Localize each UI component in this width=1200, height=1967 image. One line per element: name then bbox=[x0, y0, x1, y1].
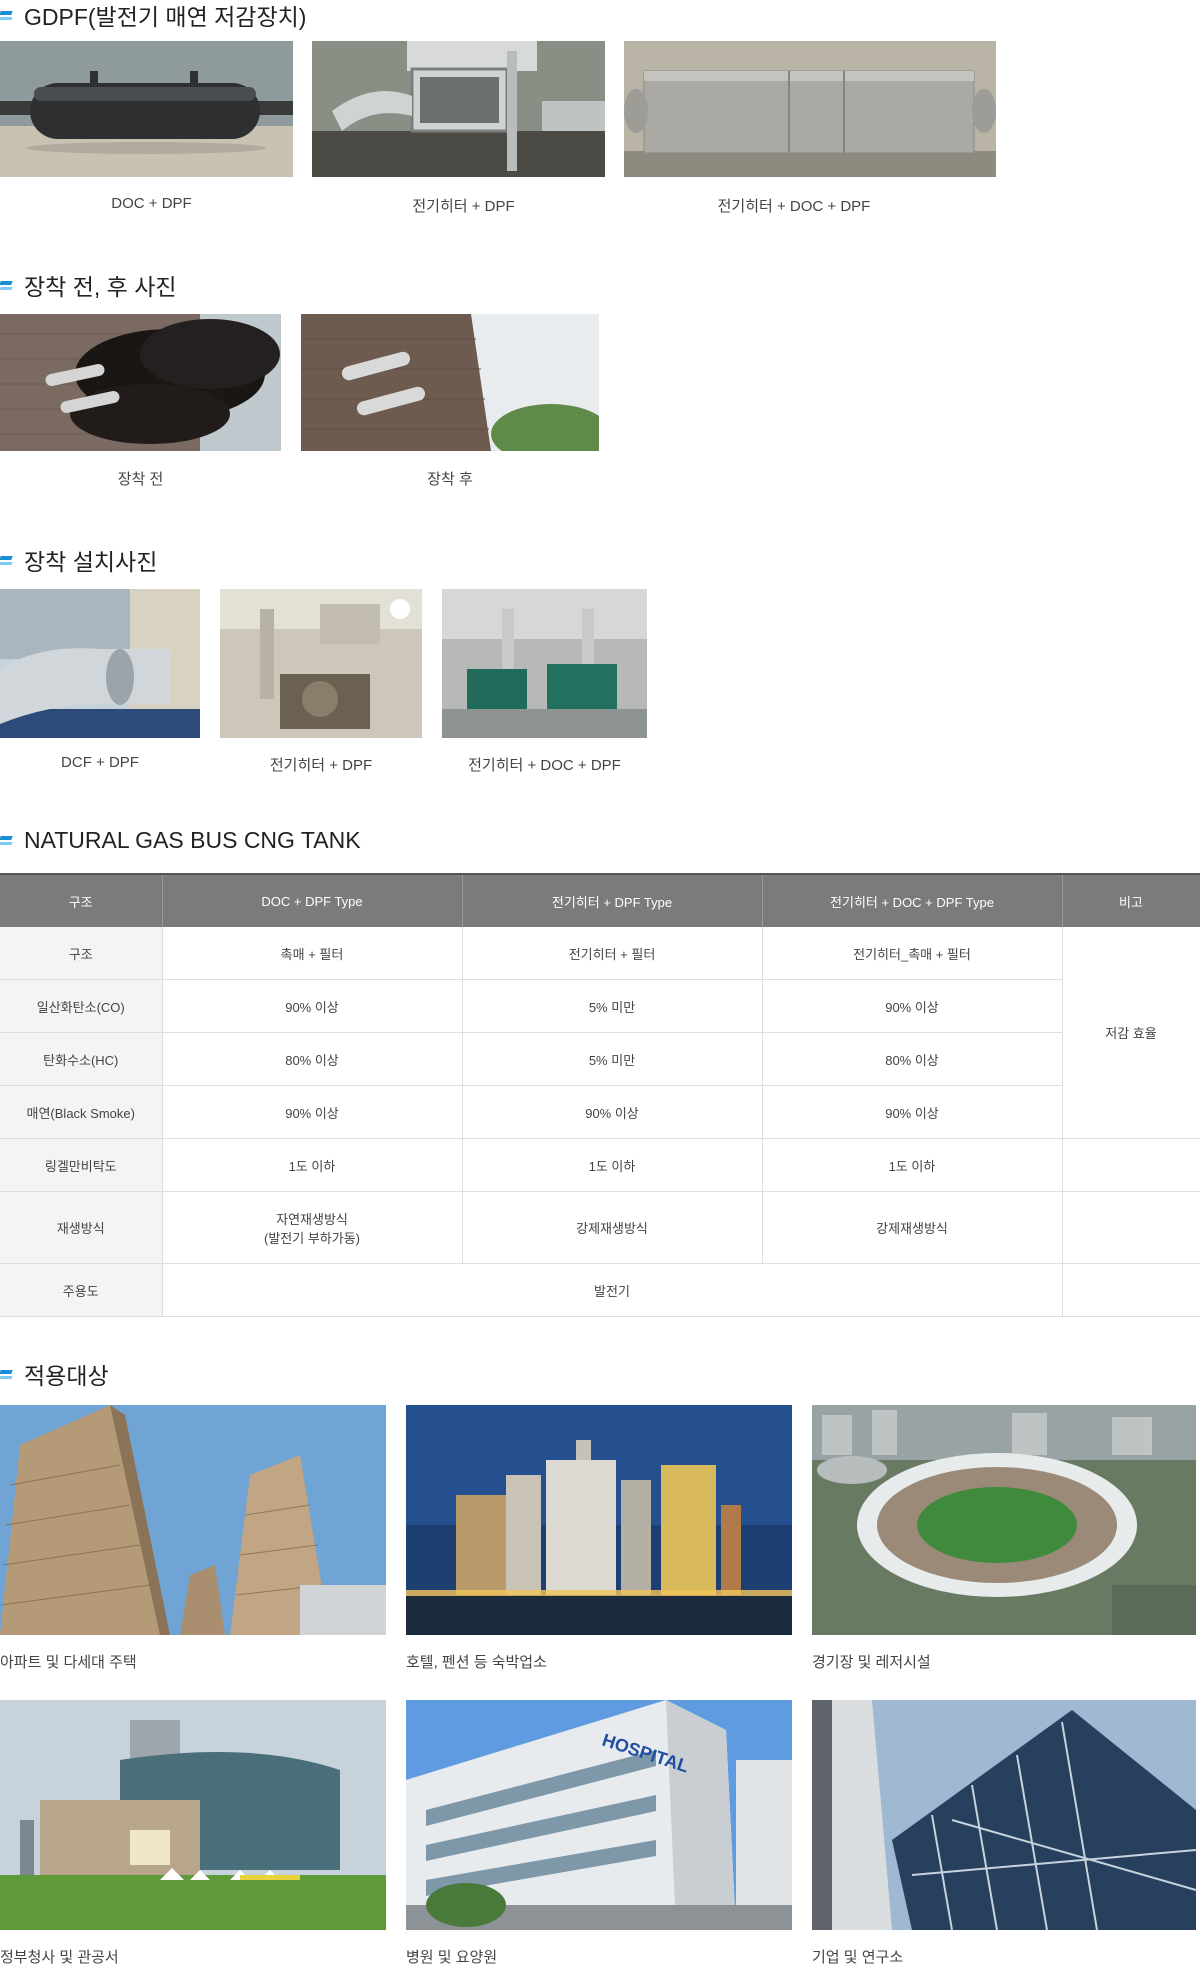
table-cell-empty bbox=[1062, 1263, 1200, 1317]
table-row: 일산화탄소(CO) 90% 이상 5% 미만 90% 이상 bbox=[0, 979, 1200, 1033]
caption-hotel: 호텔, 펜션 등 숙박업소 bbox=[406, 1654, 547, 1671]
row-header: 구조 bbox=[0, 927, 163, 980]
table-cell: 90% 이상 bbox=[762, 1085, 1063, 1139]
section-title-text: 장착 전, 후 사진 bbox=[24, 274, 177, 300]
table-cell: 자연재생방식 (발전기 부하가동) bbox=[162, 1191, 463, 1264]
caption-dcf-dpf: DCF + DPF bbox=[61, 754, 139, 771]
section-title-text: 적용대상 bbox=[24, 1363, 109, 1389]
caption-doc-dpf: DOC + DPF bbox=[111, 195, 192, 212]
caption-hospital: 병원 및 요양원 bbox=[406, 1949, 498, 1966]
section-title-targets: 적용대상 bbox=[0, 1357, 109, 1391]
caption-install-heater-dpf: 전기히터 + DPF bbox=[269, 757, 373, 774]
table-cell: 90% 이상 bbox=[162, 979, 463, 1033]
table-row: 탄화수소(HC) 80% 이상 5% 미만 80% 이상 bbox=[0, 1032, 1200, 1086]
black-smoke-exhaust-photo bbox=[0, 314, 281, 451]
green-generators-photo bbox=[442, 589, 647, 738]
table-cell: 90% 이상 bbox=[162, 1085, 463, 1139]
hotel-skyline-photo bbox=[406, 1405, 792, 1635]
section-marker-icon bbox=[0, 556, 12, 565]
apartment-towers-photo bbox=[0, 1405, 386, 1635]
caption-apartment: 아파트 및 다세대 주택 bbox=[0, 1654, 137, 1671]
table-cell-empty bbox=[1062, 1138, 1200, 1192]
table-cell: 전기히터_촉매 + 필터 bbox=[762, 927, 1063, 980]
table-cell: 80% 이상 bbox=[762, 1032, 1063, 1086]
city-hall-photo bbox=[0, 1700, 386, 1930]
hospital-building-photo: HOSPITAL bbox=[406, 1700, 792, 1930]
table-row: 구조 촉매 + 필터 전기히터 + 필터 전기히터_촉매 + 필터 저감 효율 bbox=[0, 927, 1200, 1139]
table-header-cell: 전기히터 + DPF Type bbox=[462, 873, 763, 927]
glass-office-photo bbox=[812, 1700, 1196, 1930]
table-cell: 1도 이하 bbox=[462, 1138, 763, 1192]
caption-before: 장착 전 bbox=[117, 471, 164, 488]
section-marker-icon bbox=[0, 11, 12, 20]
table-header-cell: 구조 bbox=[0, 873, 163, 927]
table-cell-empty bbox=[1062, 1191, 1200, 1264]
table-cell: 90% 이상 bbox=[462, 1085, 763, 1139]
section-marker-icon bbox=[0, 281, 12, 290]
table-cell: 발전기 bbox=[162, 1263, 1063, 1317]
section-title-table: NATURAL GAS BUS CNG TANK bbox=[0, 827, 361, 854]
caption-after: 장착 후 bbox=[427, 471, 473, 488]
row-header: 일산화탄소(CO) bbox=[0, 979, 163, 1033]
table-cell: 80% 이상 bbox=[162, 1032, 463, 1086]
row-header: 매연(Black Smoke) bbox=[0, 1085, 163, 1139]
table-header-row: 구조 DOC + DPF Type 전기히터 + DPF Type 전기히터 +… bbox=[0, 873, 1200, 927]
table-cell: 강제재생방식 bbox=[762, 1191, 1063, 1264]
section-title-text: NATURAL GAS BUS CNG TANK bbox=[24, 827, 361, 853]
table-cell: 강제재생방식 bbox=[462, 1191, 763, 1264]
caption-stadium: 경기장 및 레저시설 bbox=[812, 1654, 931, 1671]
row-header: 링겔만비탁도 bbox=[0, 1138, 163, 1192]
outdoor-duct-photo bbox=[0, 589, 200, 738]
black-muffler-photo bbox=[0, 41, 293, 177]
table-cell: 촉매 + 필터 bbox=[162, 927, 463, 980]
table-cell: 1도 이하 bbox=[162, 1138, 463, 1192]
caption-heater-doc-dpf: 전기히터 + DOC + DPF bbox=[717, 198, 871, 215]
stadium-aerial-photo bbox=[812, 1405, 1196, 1635]
section-marker-icon bbox=[0, 836, 12, 845]
caption-corporate: 기업 및 연구소 bbox=[812, 1949, 904, 1966]
table-cell: 90% 이상 bbox=[762, 979, 1063, 1033]
section-title-gdpf: GDPF(발전기 매연 저감장치) bbox=[0, 0, 306, 32]
table-cell: 전기히터 + 필터 bbox=[462, 927, 763, 980]
generator-room-photo bbox=[220, 589, 422, 738]
caption-heater-dpf: 전기히터 + DPF bbox=[412, 198, 515, 215]
section-title-text: 장착 설치사진 bbox=[24, 549, 158, 575]
table-header-cell: 전기히터 + DOC + DPF Type bbox=[762, 873, 1063, 927]
table-header-cell: 비고 bbox=[1062, 873, 1200, 927]
row-header: 주용도 bbox=[0, 1263, 163, 1317]
table-cell: 1도 이하 bbox=[762, 1138, 1063, 1192]
section-title-text: GDPF(발전기 매연 저감장치) bbox=[24, 4, 307, 30]
spec-table: 구조 DOC + DPF Type 전기히터 + DPF Type 전기히터 +… bbox=[0, 873, 1200, 1317]
row-header: 탄화수소(HC) bbox=[0, 1032, 163, 1086]
table-row: 매연(Black Smoke) 90% 이상 90% 이상 90% 이상 bbox=[0, 1085, 1200, 1139]
clean-exhaust-photo bbox=[301, 314, 599, 451]
table-cell: 5% 미만 bbox=[462, 1032, 763, 1086]
table-header-cell: DOC + DPF Type bbox=[162, 873, 463, 927]
table-row: 재생방식 자연재생방식 (발전기 부하가동) 강제재생방식 강제재생방식 bbox=[0, 1191, 1200, 1264]
table-row: 주용도 발전기 bbox=[0, 1263, 1200, 1317]
section-marker-icon bbox=[0, 1370, 12, 1379]
section-title-before-after: 장착 전, 후 사진 bbox=[0, 268, 177, 302]
heater-dpf-frame-photo bbox=[312, 41, 605, 177]
caption-install-heater-doc-dpf: 전기히터 + DOC + DPF bbox=[468, 757, 621, 774]
table-row: 링겔만비탁도 1도 이하 1도 이하 1도 이하 bbox=[0, 1138, 1200, 1192]
table-cell: 5% 미만 bbox=[462, 979, 763, 1033]
steel-box-photo bbox=[624, 41, 996, 177]
section-title-install: 장착 설치사진 bbox=[0, 543, 157, 577]
caption-government: 정부청사 및 관공서 bbox=[0, 1949, 119, 1966]
note-cell: 저감 효율 bbox=[1062, 927, 1200, 1139]
row-header: 재생방식 bbox=[0, 1191, 163, 1264]
